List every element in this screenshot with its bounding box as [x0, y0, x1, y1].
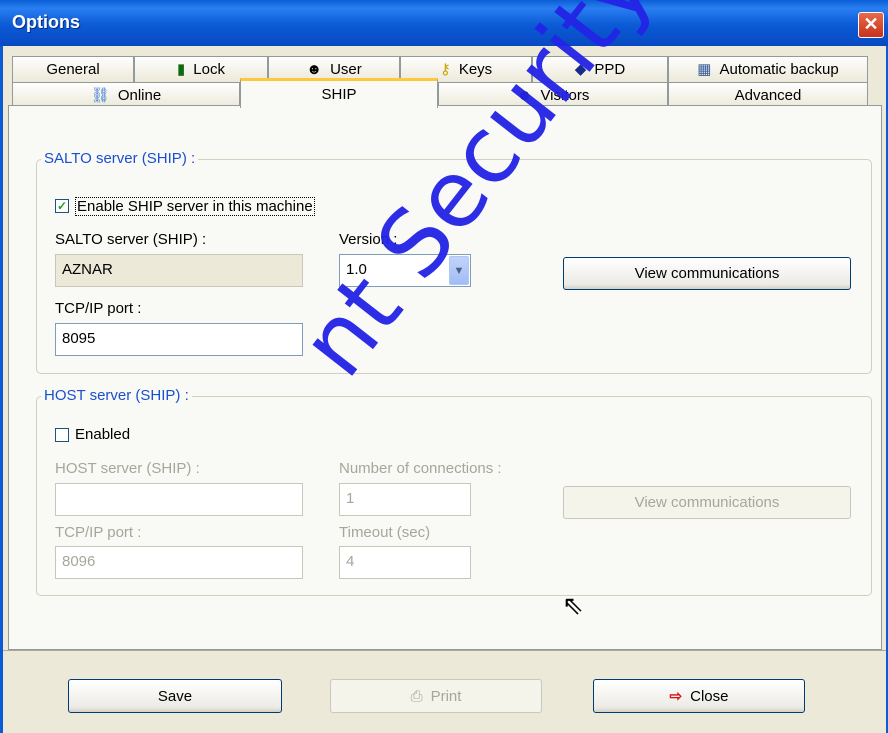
salto-server-field[interactable]: AZNAR	[55, 254, 303, 287]
keys-icon: ⚷	[439, 61, 451, 78]
tab-label: Keys	[458, 61, 493, 78]
close-label: Close	[690, 687, 729, 705]
salto-port-label: TCP/IP port :	[55, 300, 142, 317]
tab-label: Visitors	[540, 87, 590, 104]
chevron-down-icon[interactable]: ▼	[449, 256, 469, 285]
timeout-label: Timeout (sec)	[339, 524, 431, 541]
save-label: Save	[157, 687, 193, 705]
host-enabled-checkbox[interactable]	[55, 428, 69, 442]
printer-icon: ⎙	[410, 687, 423, 705]
enable-ship-label[interactable]: Enable SHIP server in this machine	[75, 197, 315, 216]
host-port-label: TCP/IP port :	[55, 524, 142, 541]
timeout-field[interactable]: 4	[339, 546, 471, 579]
close-button[interactable]: ⇨ Close	[593, 679, 805, 713]
salto-view-communications-button[interactable]: View communications	[563, 257, 851, 290]
version-select[interactable]: 1.0 ▼	[339, 254, 471, 287]
mouse-pointer-icon: ⇖	[562, 590, 584, 620]
exit-arrow-icon: ⇨	[669, 688, 683, 705]
host-group-legend: HOST server (SHIP) :	[41, 387, 192, 404]
enable-ship-checkbox[interactable]: ✓	[55, 199, 69, 213]
network-icon: ⛓	[90, 87, 110, 104]
print-label: Print	[430, 687, 462, 705]
host-server-label: HOST server (SHIP) :	[55, 460, 200, 477]
tab-label: User	[330, 61, 362, 78]
tab-general[interactable]: General	[12, 56, 134, 82]
window-close-button[interactable]: ✕	[858, 12, 884, 38]
save-button[interactable]: Save	[68, 679, 282, 713]
tab-label: General	[46, 61, 100, 78]
host-server-field[interactable]	[55, 483, 303, 516]
lock-icon: ▮	[177, 61, 186, 78]
calendar-icon: ▦	[697, 61, 712, 78]
connections-field[interactable]: 1	[339, 483, 471, 516]
window-border-left	[0, 46, 3, 733]
tab-automatic-backup[interactable]: ▦ Automatic backup	[668, 56, 868, 82]
tab-label: Lock	[193, 61, 225, 78]
version-value: 1.0	[346, 261, 367, 278]
salto-port-field[interactable]: 8095	[55, 323, 303, 356]
version-label: Version :	[339, 231, 398, 248]
tab-label: Advanced	[734, 87, 802, 104]
user-icon: ☻	[306, 61, 323, 78]
tab-label: PPD	[594, 61, 626, 78]
tab-ship[interactable]: SHIP	[240, 78, 438, 108]
host-port-field[interactable]: 8096	[55, 546, 303, 579]
footer-divider	[3, 650, 886, 651]
tab-label: Automatic backup	[719, 61, 839, 78]
salto-server-label: SALTO server (SHIP) :	[55, 231, 207, 248]
tab-ppd[interactable]: ◆ PPD	[532, 56, 668, 82]
print-button[interactable]: ⎙ Print	[330, 679, 542, 713]
visitors-icon: ☻	[516, 87, 533, 104]
connections-label: Number of connections :	[339, 460, 502, 477]
tab-label: Online	[117, 87, 162, 104]
ship-tab-page: SALTO server (SHIP) : ✓ Enable SHIP serv…	[8, 105, 882, 650]
ppd-icon: ◆	[574, 61, 587, 78]
host-enabled-label[interactable]: Enabled	[75, 426, 130, 443]
window-title: Options	[12, 12, 80, 32]
tab-label: SHIP	[321, 86, 357, 103]
salto-group-legend: SALTO server (SHIP) :	[41, 150, 199, 167]
window-titlebar[interactable]	[0, 0, 888, 46]
host-view-communications-button[interactable]: View communications	[563, 486, 851, 519]
